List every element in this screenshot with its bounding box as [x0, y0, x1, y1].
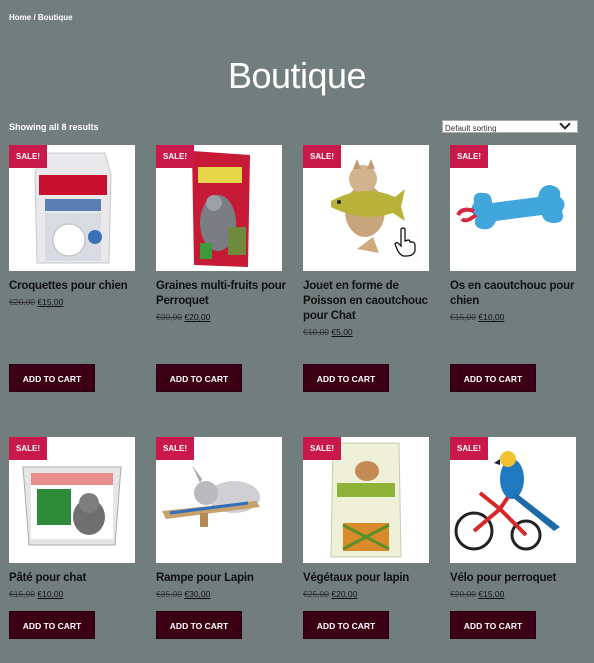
product-name[interactable]: Rampe pour Lapin: [156, 571, 286, 586]
sort-select-value: Default sorting: [445, 124, 497, 133]
old-price: €25,00: [303, 589, 329, 599]
breadcrumb-current: Boutique: [37, 13, 73, 22]
breadcrumb: Home / Boutique: [9, 13, 73, 22]
old-price: €35,00: [156, 589, 182, 599]
product-name[interactable]: Végétaux pour lapin: [303, 571, 433, 586]
product-card: SALE! Os en caoutchouc pour chien €15,00…: [450, 145, 580, 322]
product-price: €20,00 €15,00: [9, 297, 139, 307]
sale-badge: SALE!: [156, 145, 194, 168]
old-price: €10,00: [303, 327, 329, 337]
sale-badge: SALE!: [156, 437, 194, 460]
product-image[interactable]: SALE!: [303, 437, 429, 563]
product-price: €25,00 €20,00: [303, 589, 433, 599]
sale-price: €20,00: [331, 589, 358, 599]
product-card: SALE! Rampe pour Lapin €35,00 €30,00: [156, 437, 286, 599]
old-price: €15,00: [450, 312, 476, 322]
sort-select[interactable]: Default sorting: [442, 120, 578, 133]
add-to-cart-button[interactable]: ADD TO CART: [303, 364, 389, 392]
sale-badge: SALE!: [303, 437, 341, 460]
sale-price: €10,00: [37, 589, 64, 599]
product-image[interactable]: SALE!: [156, 145, 282, 271]
product-price: €10,00 €5,00: [303, 327, 433, 337]
add-to-cart-button[interactable]: ADD TO CART: [303, 611, 389, 639]
product-price: €35,00 €30,00: [156, 589, 286, 599]
product-card: SALE! Vélo pour perroquet €20,00 €15,00: [450, 437, 580, 599]
add-to-cart-button[interactable]: ADD TO CART: [9, 611, 95, 639]
add-to-cart-button[interactable]: ADD TO CART: [156, 611, 242, 639]
product-price: €30,00 €20,00: [156, 312, 286, 322]
product-name[interactable]: Graines multi-fruits pour Perroquet: [156, 279, 286, 309]
breadcrumb-separator: /: [31, 13, 38, 22]
old-price: €15,00: [9, 589, 35, 599]
product-image[interactable]: SALE!: [450, 145, 576, 271]
add-to-cart-button[interactable]: ADD TO CART: [450, 364, 536, 392]
old-price: €20,00: [9, 297, 35, 307]
product-card: SALE! Pâté pour chat €15,00 €10,00: [9, 437, 139, 599]
product-name[interactable]: Vélo pour perroquet: [450, 571, 580, 586]
product-name[interactable]: Os en caoutchouc pour chien: [450, 279, 580, 309]
sale-badge: SALE!: [450, 145, 488, 168]
product-image[interactable]: SALE!: [9, 437, 135, 563]
product-name[interactable]: Jouet en forme de Poisson en caoutchouc …: [303, 279, 433, 324]
sale-price: €10,00: [478, 312, 505, 322]
add-to-cart-button[interactable]: ADD TO CART: [156, 364, 242, 392]
product-price: €15,00 €10,00: [450, 312, 580, 322]
sale-badge: SALE!: [9, 437, 47, 460]
sale-badge: SALE!: [303, 145, 341, 168]
old-price: €20,00: [450, 589, 476, 599]
add-to-cart-button[interactable]: ADD TO CART: [450, 611, 536, 639]
old-price: €30,00: [156, 312, 182, 322]
product-price: €20,00 €15,00: [450, 589, 580, 599]
sale-badge: SALE!: [9, 145, 47, 168]
results-count: Showing all 8 results: [9, 122, 99, 132]
breadcrumb-home-link[interactable]: Home: [9, 13, 31, 22]
product-image[interactable]: SALE!: [9, 145, 135, 271]
hand-cursor-icon: [394, 227, 416, 257]
product-name[interactable]: Croquettes pour chien: [9, 279, 139, 294]
product-card: SALE! Croquettes pour chien €20,00 €15,0…: [9, 145, 139, 307]
product-image[interactable]: SALE!: [156, 437, 282, 563]
sale-price: €5,00: [331, 327, 353, 337]
sale-badge: SALE!: [450, 437, 488, 460]
product-name[interactable]: Pâté pour chat: [9, 571, 139, 586]
sale-price: €20,00: [184, 312, 211, 322]
sale-price: €15,00: [37, 297, 64, 307]
product-card: SALE! Végétaux pour lapin €25,00 €20,00: [303, 437, 433, 599]
product-card: SALE! Graines multi-fruits pour Perroque…: [156, 145, 286, 322]
add-to-cart-button[interactable]: ADD TO CART: [9, 364, 95, 392]
product-card: SALE! Jouet en forme de Poisson en caout…: [303, 145, 433, 337]
sale-price: €30,00: [184, 589, 211, 599]
page-title: Boutique: [227, 55, 367, 96]
product-image[interactable]: SALE!: [450, 437, 576, 563]
chevron-down-icon: [559, 121, 571, 130]
product-price: €15,00 €10,00: [9, 589, 139, 599]
product-image[interactable]: SALE!: [303, 145, 429, 271]
sale-price: €15,00: [478, 589, 505, 599]
